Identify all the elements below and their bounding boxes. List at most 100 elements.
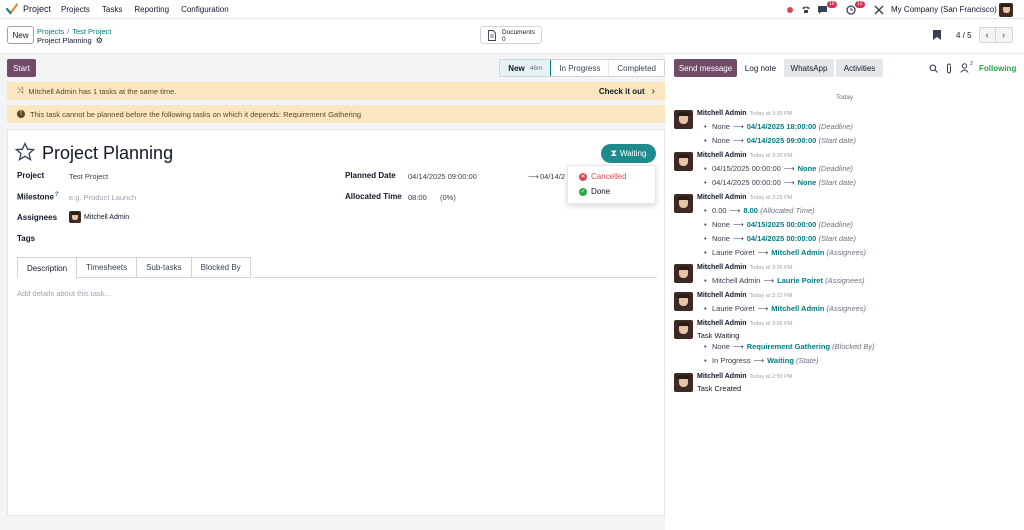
- gear-icon[interactable]: ⚙: [96, 36, 103, 45]
- stage-in-progress[interactable]: In Progress: [551, 60, 610, 76]
- message-time: Today at 3:30 PM: [749, 153, 793, 159]
- whatsapp-button[interactable]: WhatsApp: [784, 59, 834, 77]
- chatter-panel: Send message Log note WhatsApp Activitie…: [665, 54, 1024, 530]
- check-it-out-link[interactable]: Check it out ›: [599, 82, 655, 100]
- message-author[interactable]: Mitchell Admin: [697, 373, 747, 380]
- hourglass-icon: ⧗: [610, 148, 617, 158]
- exclamation-icon: !: [17, 110, 25, 118]
- assignee-tag[interactable]: Mitchell Admin: [69, 211, 129, 223]
- status-bar: Start New 46m In Progress Completed: [7, 59, 665, 77]
- message-time: Today at 3:26 PM: [749, 265, 793, 271]
- message-author[interactable]: Mitchell Admin: [697, 292, 747, 299]
- tracking-line: Mitchell Admin⟶Laurie Poiret (Assignees): [704, 276, 865, 285]
- following-button[interactable]: Following: [979, 64, 1016, 73]
- tags-label: Tags: [17, 234, 36, 243]
- shuffle-icon: ⤨: [17, 86, 24, 95]
- top-navbar: Project Projects Tasks Reporting Configu…: [0, 0, 1024, 19]
- date-separator: Today: [835, 94, 854, 101]
- author-avatar: [674, 373, 693, 392]
- help-icon[interactable]: ?: [55, 192, 59, 198]
- stage-new[interactable]: New 46m: [500, 60, 552, 76]
- user-avatar[interactable]: [999, 0, 1013, 19]
- dependency-alert: ! This task cannot be planned before the…: [7, 105, 665, 123]
- tracking-line: 04/14/2025 00:00:00⟶None (Start date): [704, 178, 856, 187]
- pager-value[interactable]: 4 / 5: [956, 31, 972, 40]
- task-title[interactable]: Project Planning: [42, 143, 173, 164]
- check-circle-icon: ✓: [579, 187, 587, 196]
- followers-count: 2: [970, 61, 974, 67]
- tracking-line: In Progress⟶Waiting (State): [704, 356, 819, 365]
- app-name[interactable]: Project: [23, 4, 51, 14]
- arrow-right-icon: ⟶: [528, 172, 539, 181]
- message-author[interactable]: Mitchell Admin: [697, 110, 747, 117]
- paperclip-icon[interactable]: [945, 63, 953, 74]
- notebook-tabs: Description Timesheets Sub-tasks Blocked…: [17, 257, 251, 278]
- start-button[interactable]: Start: [7, 59, 36, 77]
- allocated-time-field[interactable]: 08:00: [408, 193, 427, 202]
- author-avatar: [674, 110, 693, 129]
- stage-completed[interactable]: Completed: [609, 60, 664, 76]
- state-waiting-button[interactable]: ⧗ Waiting: [601, 144, 656, 163]
- ribbon-icon[interactable]: [933, 30, 941, 40]
- pager-next-button[interactable]: ›: [995, 27, 1013, 43]
- message-time: Today at 3:29 PM: [749, 195, 793, 201]
- overlap-alert-text: Mitchell Admin has 1 tasks at the same t…: [28, 86, 177, 96]
- cancel-icon: ✕: [579, 172, 587, 181]
- activities-badge: 12: [855, 1, 865, 8]
- message-author[interactable]: Mitchell Admin: [697, 264, 747, 271]
- tab-divider: [253, 277, 657, 278]
- log-note-button[interactable]: Log note: [739, 59, 782, 77]
- follower-icon[interactable]: [960, 63, 969, 73]
- menu-configuration[interactable]: Configuration: [181, 5, 229, 14]
- breadcrumb-projects[interactable]: Projects: [37, 27, 64, 36]
- tracking-line: 0.00⟶8.00 (Allocated Time): [704, 206, 815, 215]
- tracking-line: None⟶Requirement Gathering (Blocked By): [704, 342, 875, 351]
- message-body: Task Waiting: [697, 331, 740, 340]
- message-author[interactable]: Mitchell Admin: [697, 152, 747, 159]
- tracking-line: None⟶04/14/2025 18:00:00 (Deadline): [704, 122, 853, 131]
- record-title: Project Planning ⚙: [37, 36, 103, 45]
- project-field[interactable]: Test Project: [69, 172, 108, 181]
- menu-tasks[interactable]: Tasks: [102, 5, 122, 14]
- tab-blocked-by[interactable]: Blocked By: [191, 257, 251, 278]
- project-app-icon[interactable]: [6, 3, 18, 15]
- tracking-line: Laurie Poiret⟶Mitchell Admin (Assignees): [704, 304, 866, 313]
- documents-button[interactable]: Documents 0: [480, 26, 542, 44]
- state-option-cancelled[interactable]: ✕ Cancelled: [579, 172, 627, 181]
- new-button[interactable]: New: [7, 26, 34, 44]
- planned-date-label: Planned Date: [345, 171, 396, 180]
- activities-button[interactable]: Activities: [836, 59, 883, 77]
- menu-reporting[interactable]: Reporting: [134, 5, 169, 14]
- send-message-button[interactable]: Send message: [674, 59, 737, 77]
- pager-prev-button[interactable]: ‹: [978, 27, 996, 43]
- stage-duration: 46m: [529, 64, 543, 72]
- phone-icon[interactable]: [801, 0, 811, 19]
- planned-start-field[interactable]: 04/14/2025 09:00:00: [408, 172, 477, 181]
- message-time: Today at 2:59 PM: [749, 374, 793, 380]
- tab-timesheets[interactable]: Timesheets: [77, 257, 138, 278]
- project-label: Project: [17, 171, 45, 180]
- dependency-alert-text: This task cannot be planned before the f…: [30, 109, 362, 119]
- state-option-done[interactable]: ✓ Done: [579, 187, 610, 196]
- message-time: Today at 3:06 PM: [749, 321, 793, 327]
- description-editor[interactable]: Add details about this task...: [17, 289, 111, 298]
- tab-sub-tasks[interactable]: Sub-tasks: [137, 257, 192, 278]
- tracking-line: 04/15/2025 00:00:00⟶None (Deadline): [704, 164, 853, 173]
- breadcrumb: Projects / Test Project: [37, 27, 112, 36]
- menu-projects[interactable]: Projects: [61, 5, 90, 14]
- milestone-field[interactable]: e.g. Product Launch: [69, 193, 136, 202]
- tab-description[interactable]: Description: [17, 257, 78, 278]
- message-author[interactable]: Mitchell Admin: [697, 320, 747, 327]
- breadcrumb-test-project[interactable]: Test Project: [72, 27, 111, 36]
- author-avatar: [674, 320, 693, 339]
- message-body: Task Created: [697, 384, 742, 393]
- search-icon[interactable]: [929, 64, 938, 73]
- status-dot-icon[interactable]: [787, 0, 793, 19]
- message-author[interactable]: Mitchell Admin: [697, 194, 747, 201]
- planned-end-field[interactable]: 04/14/2: [540, 172, 565, 181]
- tracking-line: Laurie Poiret⟶Mitchell Admin (Assignees): [704, 248, 866, 257]
- tools-icon[interactable]: [874, 0, 884, 19]
- star-icon[interactable]: [15, 142, 35, 162]
- company-switcher[interactable]: My Company (San Francisco): [891, 0, 997, 19]
- stage-selector: New 46m In Progress Completed: [499, 59, 665, 77]
